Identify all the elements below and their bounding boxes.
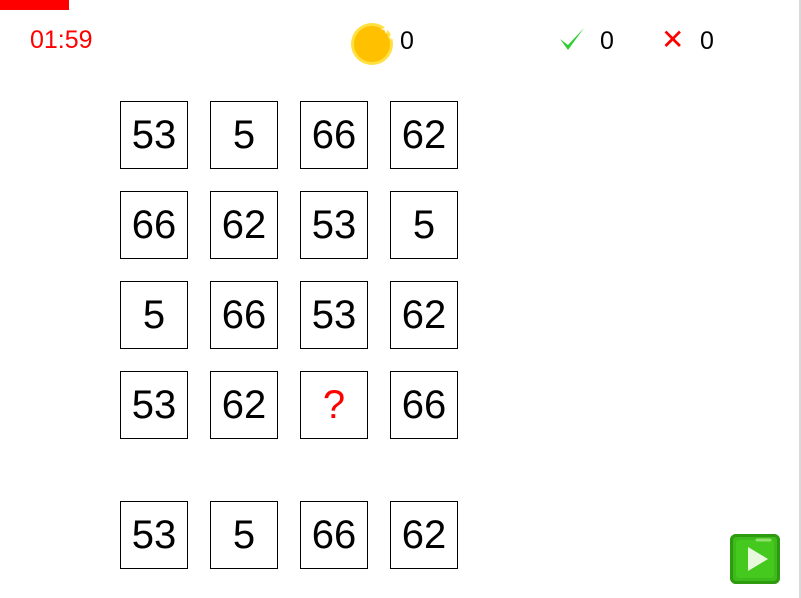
grid-cell: 66 (120, 191, 188, 259)
answer-option[interactable]: 66 (300, 501, 368, 569)
missing-cell-question-mark[interactable]: ? (300, 371, 368, 439)
grid-cell: 62 (210, 191, 278, 259)
grid-cell: 66 (390, 371, 458, 439)
cross-icon: ✕ (661, 24, 685, 55)
answer-option[interactable]: 5 (210, 501, 278, 569)
grid-cell: 53 (300, 281, 368, 349)
coin-icon (351, 23, 395, 65)
answer-option[interactable]: 62 (390, 501, 458, 569)
grid-cell: 53 (300, 191, 368, 259)
next-button[interactable] (730, 534, 780, 584)
grid-cell: 5 (120, 281, 188, 349)
answer-option[interactable]: 53 (120, 501, 188, 569)
correct-count: 0 (600, 27, 614, 55)
checkmark-icon (560, 28, 584, 50)
wrong-count: 0 (700, 27, 714, 55)
time-progress-bar (0, 0, 69, 10)
coin-count: 0 (400, 27, 414, 55)
grid-cell: 66 (300, 101, 368, 169)
grid-cell: 53 (120, 371, 188, 439)
timer: 01:59 (30, 26, 93, 54)
grid-cell: 62 (390, 281, 458, 349)
grid-cell: 62 (210, 371, 278, 439)
grid-cell: 62 (390, 101, 458, 169)
grid-cell: 5 (210, 101, 278, 169)
grid-cell: 5 (390, 191, 458, 259)
grid-cell: 53 (120, 101, 188, 169)
play-arrow-icon (736, 538, 774, 578)
grid-cell: 66 (210, 281, 278, 349)
